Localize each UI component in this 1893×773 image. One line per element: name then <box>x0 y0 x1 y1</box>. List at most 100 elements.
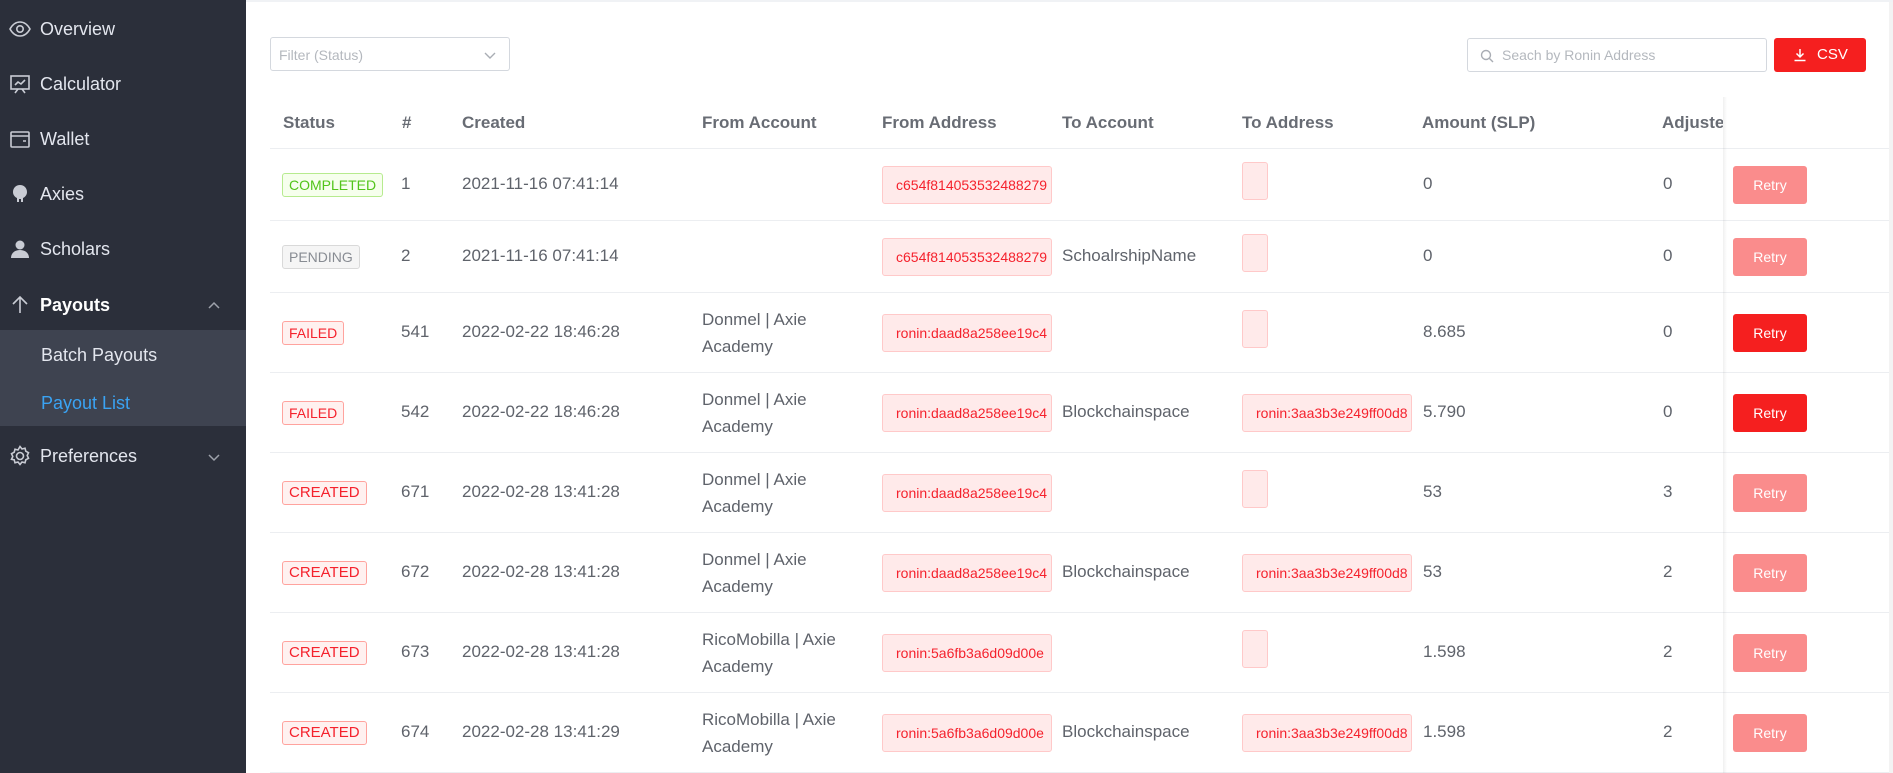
to-address-tag[interactable] <box>1242 470 1268 508</box>
from-address-tag[interactable]: ronin:daad8a258ee19c4 <box>882 554 1052 592</box>
to-address-tag[interactable] <box>1242 162 1268 200</box>
calculator-icon <box>8 72 32 96</box>
row-id: 673 <box>401 642 430 661</box>
from-address-tag[interactable]: ronin:5a6fb3a6d09d00e <box>882 714 1052 752</box>
status-filter-select[interactable]: Filter (Status) <box>270 37 510 71</box>
to-address-tag[interactable]: ronin:3aa3b3e249ff00d8 <box>1242 714 1412 752</box>
arrow-up-icon <box>8 293 32 317</box>
sidebar-item-scholars[interactable]: Scholars <box>0 222 246 274</box>
eye-icon <box>8 17 32 41</box>
sidebar-item-payout-list[interactable]: Payout List <box>0 378 246 426</box>
sidebar-item-label: Batch Payouts <box>41 345 158 365</box>
retry-button[interactable]: Retry <box>1733 166 1807 204</box>
status-badge: CREATED <box>282 561 367 585</box>
row-amount: 53 <box>1423 562 1442 581</box>
from-address-tag[interactable]: ronin:5a6fb3a6d09d00e <box>882 634 1052 672</box>
table-row: CREATED 673 2022-02-28 13:41:28 RicoMobi… <box>270 613 1890 693</box>
table-row: CREATED 671 2022-02-28 13:41:28 Donmel |… <box>270 453 1890 533</box>
table-row: FAILED 541 2022-02-22 18:46:28 Donmel | … <box>270 293 1890 373</box>
from-address-tag[interactable]: ronin:daad8a258ee19c4 <box>882 394 1052 432</box>
column-header-status[interactable]: Status <box>283 113 335 133</box>
search-icon <box>1480 49 1494 63</box>
row-adjusted: 2 <box>1663 722 1673 741</box>
retry-button[interactable]: Retry <box>1733 314 1807 352</box>
row-created: 2021-11-16 07:41:14 <box>462 246 619 265</box>
row-id: 672 <box>401 562 430 581</box>
row-created: 2021-11-16 07:41:14 <box>462 174 619 193</box>
sidebar-item-wallet[interactable]: Wallet <box>0 112 246 164</box>
csv-export-button[interactable]: CSV <box>1774 38 1866 72</box>
row-adjusted: 0 <box>1663 174 1673 193</box>
chevron-down-icon <box>206 449 222 465</box>
sidebar-item-label: Payouts <box>40 295 111 315</box>
ronin-search-input[interactable] <box>1502 45 1752 65</box>
row-amount: 1.598 <box>1423 642 1466 661</box>
download-icon <box>1793 48 1807 62</box>
to-address-tag[interactable]: ronin:3aa3b3e249ff00d8 <box>1242 554 1412 592</box>
main-content: Filter (Status) CSV Status # Created Fro… <box>246 0 1893 773</box>
row-id: 671 <box>401 482 430 501</box>
wallet-icon <box>8 127 32 151</box>
sidebar-item-batch-payouts[interactable]: Batch Payouts <box>0 330 246 378</box>
sidebar-item-label: Preferences <box>40 446 138 466</box>
to-address-tag[interactable] <box>1242 234 1268 272</box>
row-adjusted: 3 <box>1663 482 1673 501</box>
column-header-adjusted[interactable]: Adjuste <box>1662 113 1723 133</box>
retry-button[interactable]: Retry <box>1733 634 1807 672</box>
from-address-tag[interactable]: ronin:daad8a258ee19c4 <box>882 474 1052 512</box>
column-header-created[interactable]: Created <box>462 113 525 133</box>
status-badge: COMPLETED <box>282 173 384 197</box>
sidebar-item-preferences[interactable]: Preferences <box>0 429 246 481</box>
retry-button[interactable]: Retry <box>1733 714 1807 752</box>
row-from-account: Donmel | Axie Academy <box>702 550 807 596</box>
column-header-from-address[interactable]: From Address <box>882 113 997 133</box>
sidebar-item-label: Wallet <box>40 129 90 149</box>
row-from-account: RicoMobilla | Axie Academy <box>702 710 836 756</box>
from-address-tag[interactable]: c654f814053532488279 <box>882 238 1052 276</box>
retry-button[interactable]: Retry <box>1733 238 1807 276</box>
sidebar-item-payouts[interactable]: Payouts <box>0 278 246 330</box>
table-row: CREATED 672 2022-02-28 13:41:28 Donmel |… <box>270 533 1890 613</box>
row-created: 2022-02-28 13:41:28 <box>462 482 620 501</box>
chevron-down-icon <box>483 48 497 62</box>
retry-button[interactable]: Retry <box>1733 394 1807 432</box>
sidebar-item-label: Overview <box>40 19 116 39</box>
status-badge: CREATED <box>282 641 367 665</box>
from-address-tag[interactable]: ronin:daad8a258ee19c4 <box>882 314 1052 352</box>
sidebar-item-label: Axies <box>40 184 85 204</box>
row-from-account: Donmel | Axie Academy <box>702 470 807 516</box>
ronin-search-box <box>1467 38 1767 72</box>
column-header-id[interactable]: # <box>402 113 411 133</box>
row-from-account: Donmel | Axie Academy <box>702 390 807 436</box>
user-icon <box>8 237 32 261</box>
status-badge: FAILED <box>282 401 345 425</box>
column-header-to-address[interactable]: To Address <box>1242 113 1334 133</box>
row-id: 1 <box>401 174 411 193</box>
status-badge: PENDING <box>282 245 360 269</box>
table-row: PENDING 2 2021-11-16 07:41:14 c654f81405… <box>270 221 1890 293</box>
from-address-tag[interactable]: c654f814053532488279 <box>882 166 1052 204</box>
sidebar-item-label: Scholars <box>40 239 111 259</box>
row-amount: 8.685 <box>1423 322 1466 341</box>
column-header-to-account[interactable]: To Account <box>1062 113 1154 133</box>
column-header-amount[interactable]: Amount (SLP) <box>1422 113 1535 133</box>
retry-button[interactable]: Retry <box>1733 474 1807 512</box>
retry-button[interactable]: Retry <box>1733 554 1807 592</box>
sidebar: Overview Calculator Wallet Axies Scholar… <box>0 0 246 773</box>
sidebar-item-calculator[interactable]: Calculator <box>0 57 246 109</box>
status-badge: CREATED <box>282 721 367 745</box>
sidebar-item-overview[interactable]: Overview <box>0 2 246 54</box>
sidebar-item-label: Calculator <box>40 74 122 94</box>
csv-label: CSV <box>1817 46 1848 63</box>
to-address-tag[interactable] <box>1242 310 1268 348</box>
to-address-tag[interactable]: ronin:3aa3b3e249ff00d8 <box>1242 394 1412 432</box>
row-adjusted: 2 <box>1663 562 1673 581</box>
scrollbar-track[interactable] <box>1889 2 1893 773</box>
to-address-tag[interactable] <box>1242 630 1268 668</box>
sidebar-item-axies[interactable]: Axies <box>0 167 246 219</box>
column-header-from-account[interactable]: From Account <box>702 113 817 133</box>
row-created: 2022-02-28 13:41:29 <box>462 722 620 741</box>
row-amount: 1.598 <box>1423 722 1466 741</box>
row-from-account: RicoMobilla | Axie Academy <box>702 630 836 676</box>
row-from-account: Donmel | Axie Academy <box>702 310 807 356</box>
